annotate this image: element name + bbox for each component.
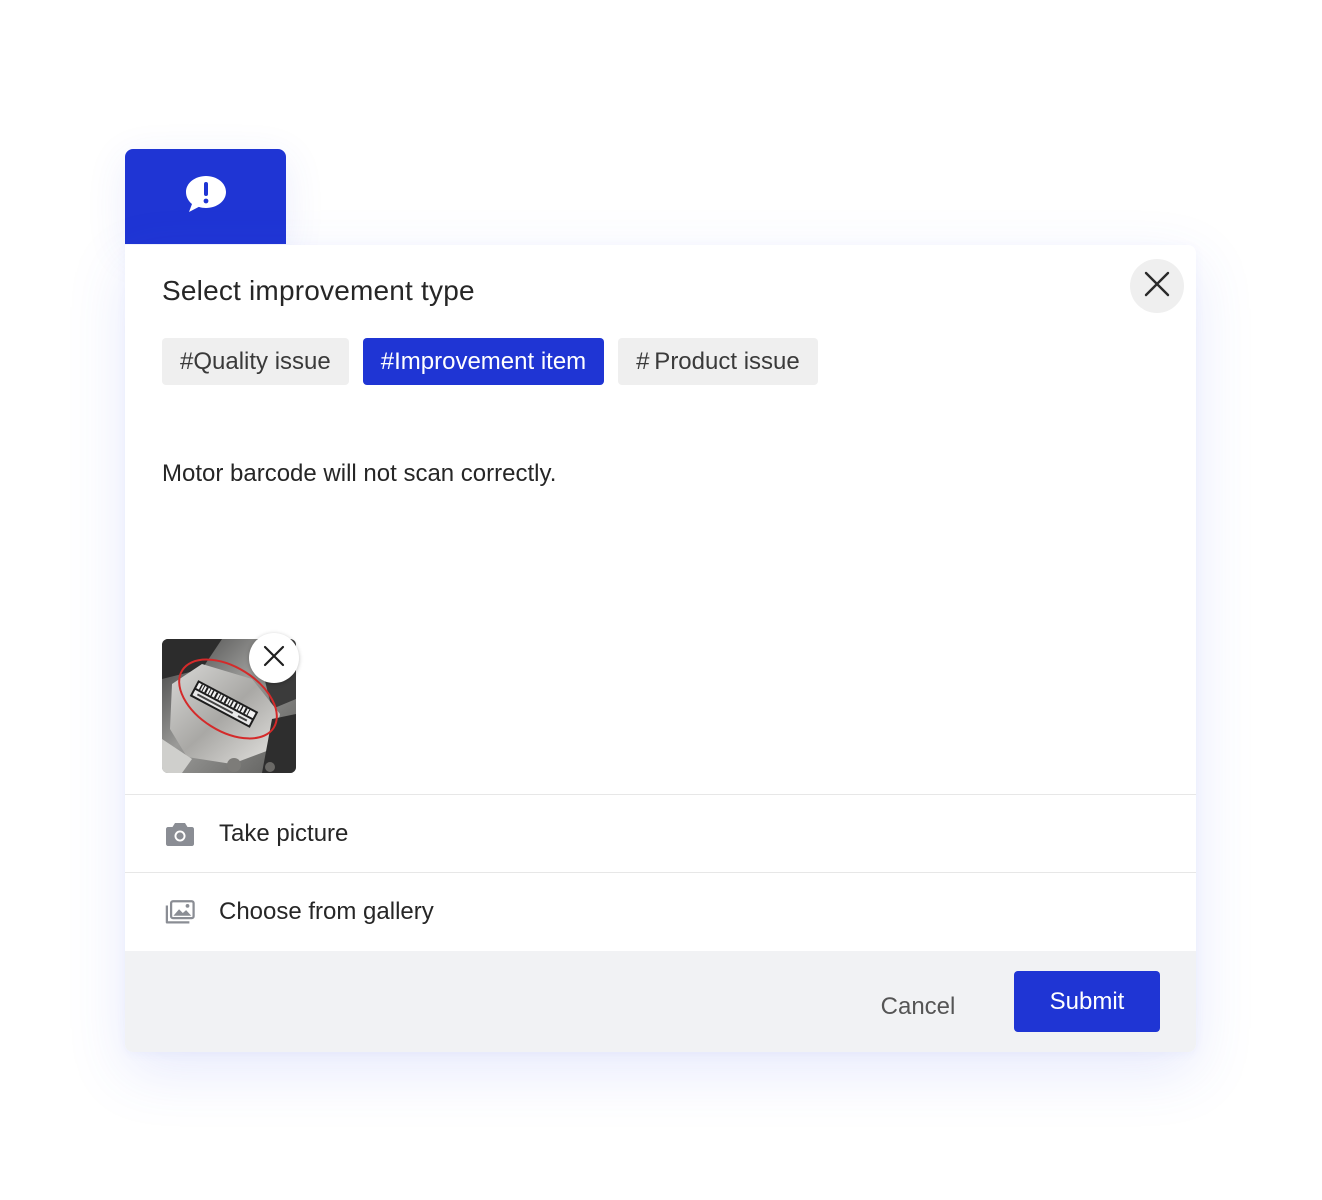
attachment-thumbnail[interactable] (162, 633, 299, 773)
dialog-footer: Cancel Submit (125, 951, 1196, 1052)
improvement-type-tags: #Quality issue #Improvement item # Produ… (162, 338, 818, 385)
cancel-button[interactable]: Cancel (857, 977, 979, 1037)
choose-from-gallery-label: Choose from gallery (219, 898, 434, 925)
remove-attachment-button[interactable] (249, 633, 299, 683)
close-icon (1144, 271, 1170, 302)
tag-improvement-item[interactable]: #Improvement item (362, 338, 605, 385)
gallery-icon (165, 897, 195, 927)
close-dialog-button[interactable] (1130, 259, 1184, 313)
speech-bubble-exclamation-icon (184, 174, 228, 219)
tag-quality-issue[interactable]: #Quality issue (162, 338, 349, 385)
camera-icon (165, 819, 195, 849)
submit-button[interactable]: Submit (1014, 971, 1160, 1032)
choose-from-gallery-action[interactable]: Choose from gallery (125, 872, 1196, 951)
take-picture-label: Take picture (219, 820, 349, 847)
description-text[interactable]: Motor barcode will not scan correctly. (162, 460, 556, 488)
dialog-title: Select improvement type (162, 275, 475, 306)
feedback-badge (125, 149, 286, 244)
take-picture-action[interactable]: Take picture (125, 794, 1196, 873)
close-icon (263, 645, 285, 672)
improvement-dialog: Select improvement type #Quality issue #… (125, 245, 1196, 1052)
tag-product-issue[interactable]: # Product issue (618, 338, 818, 385)
